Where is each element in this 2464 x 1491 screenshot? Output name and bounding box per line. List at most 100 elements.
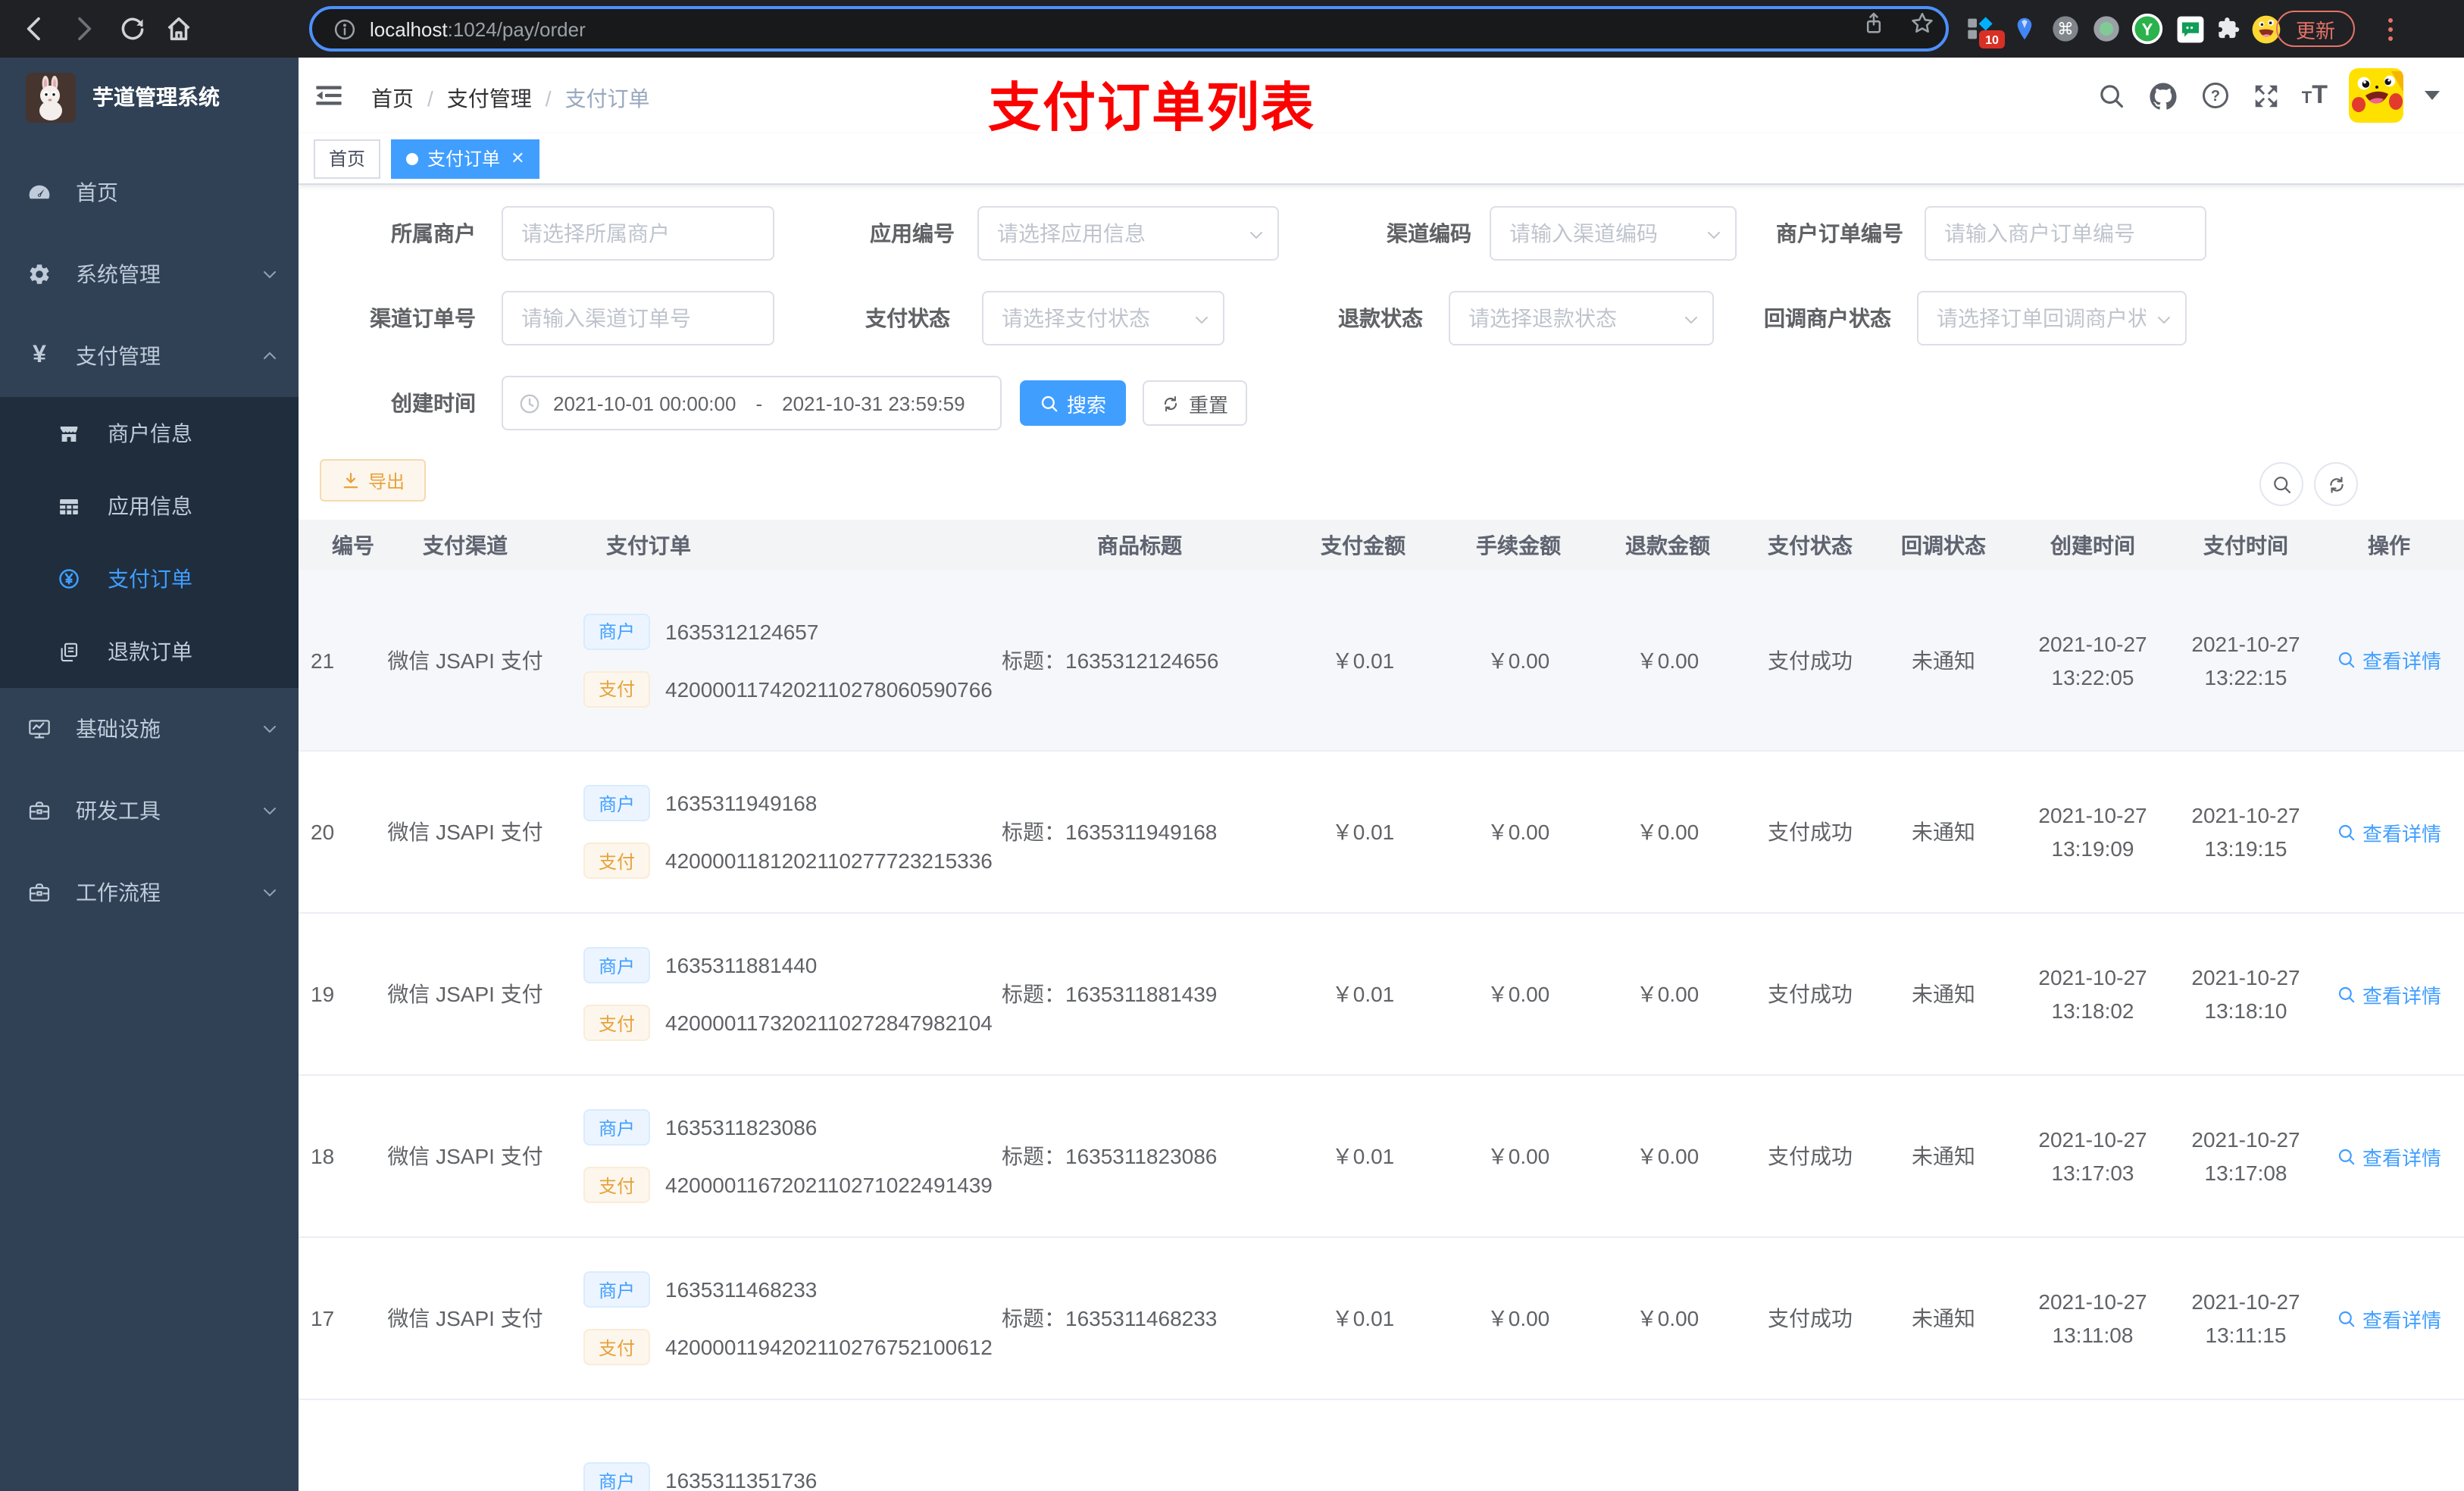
header-search-icon[interactable] <box>2097 81 2126 110</box>
date-range-picker[interactable]: 2021-10-01 00:00:00 - 2021-10-31 23:59:5… <box>502 376 1002 430</box>
table-row[interactable]: 17 微信 JSAPI 支付 商户 1635311468233 支付 4200001194… <box>299 1238 2464 1400</box>
table-row[interactable]: 商户 1635311351736 <box>299 1400 2464 1491</box>
channel-order-no-input[interactable] <box>521 306 755 330</box>
svg-text:⌘: ⌘ <box>2057 20 2074 39</box>
help-icon[interactable]: ? <box>2200 80 2231 111</box>
share-icon[interactable] <box>1861 11 1887 36</box>
filter-merchant: 所属商户 <box>299 206 774 261</box>
sidebar-toggle-icon[interactable] <box>305 73 353 118</box>
close-icon[interactable]: ✕ <box>511 148 524 168</box>
table-header: 编号 支付渠道 支付订单 商品标题 支付金额 手续金额 退款金额 支付状态 回调… <box>299 520 2464 570</box>
toggle-search-button[interactable] <box>2259 462 2303 506</box>
pay-time: 2021-10-27 13:18:10 <box>2191 965 2300 1023</box>
site-info-icon[interactable] <box>333 17 356 40</box>
pay-channel: 微信 JSAPI 支付 <box>387 1306 543 1330</box>
table-row[interactable]: 21 微信 JSAPI 支付 商户 1635312124657 支付 4200001174… <box>299 570 2464 752</box>
col-pay-time: 支付时间 <box>2203 533 2288 557</box>
filter-label: 渠道订单号 <box>370 306 476 330</box>
tags-view: 首页 支付订单 ✕ <box>299 133 2464 185</box>
notify-status: 未通知 <box>1912 820 1975 844</box>
reset-button[interactable]: 重置 <box>1143 380 1247 426</box>
tag-pay-order[interactable]: 支付订单 ✕ <box>391 139 540 178</box>
view-detail-link[interactable]: 查看详情 <box>2337 817 2441 846</box>
export-button[interactable]: 导出 <box>320 459 427 502</box>
sidebar-item-pay[interactable]: ¥ 支付管理 <box>0 315 299 397</box>
merchant-order-no-input[interactable] <box>1944 221 2187 245</box>
tag-label: 首页 <box>329 148 366 170</box>
dashboard-icon <box>27 180 52 205</box>
avatar-caret-icon[interactable] <box>2425 91 2440 100</box>
pay-order-no: 4200001174202110278060590766 <box>665 677 993 701</box>
pay-channel: 微信 JSAPI 支付 <box>387 982 543 1006</box>
breadcrumb-pay[interactable]: 支付管理 <box>447 83 532 114</box>
home-icon[interactable] <box>156 6 202 52</box>
pay-badge: 支付 <box>583 1329 650 1365</box>
extension-y-icon[interactable]: Y <box>2131 12 2164 45</box>
create-time: 2021-10-27 13:18:02 <box>2038 965 2147 1023</box>
url-bar[interactable]: localhost:1024/pay/order <box>309 6 1949 52</box>
extension-pin-icon[interactable] <box>2008 12 2041 45</box>
sidebar-item-workflow[interactable]: 工作流程 <box>0 852 299 933</box>
table-row[interactable]: 18 微信 JSAPI 支付 商户 1635311823086 支付 4200001167… <box>299 1076 2464 1238</box>
table-row[interactable]: 19 微信 JSAPI 支付 商户 1635311881440 支付 4200001173… <box>299 914 2464 1076</box>
sidebar-item-dev-tools[interactable]: 研发工具 <box>0 770 299 852</box>
fullscreen-icon[interactable] <box>2252 81 2281 110</box>
bookmark-star-icon[interactable] <box>1909 11 1935 36</box>
extension-command-icon[interactable]: ⌘ <box>2049 12 2082 45</box>
col-title: 商品标题 <box>1097 533 1182 557</box>
notify-status-select[interactable] <box>1937 306 2146 330</box>
order-id: 17 <box>311 1306 335 1330</box>
sidebar-item-refund-order[interactable]: 退款订单 <box>0 615 299 688</box>
sidebar: 芋道管理系统 首页 系统管理 ¥ 支付管理 商户信息 应用信息 支付订单 退款订… <box>0 58 299 1491</box>
date-start: 2021-10-01 00:00:00 <box>553 392 736 414</box>
github-icon[interactable] <box>2147 80 2179 111</box>
avatar[interactable] <box>2349 68 2403 123</box>
navbar-actions: ? TT <box>2097 58 2464 133</box>
app-select[interactable] <box>997 221 1238 245</box>
extension-recorder-icon[interactable] <box>2090 12 2123 45</box>
table-row[interactable]: 20 微信 JSAPI 支付 商户 1635311949168 支付 4200001181… <box>299 752 2464 914</box>
browser-menu-icon[interactable] <box>2382 12 2397 45</box>
back-icon[interactable] <box>12 6 58 52</box>
sidebar-item-label: 首页 <box>76 180 118 205</box>
pay-badge: 支付 <box>583 670 650 707</box>
reload-icon[interactable] <box>109 6 155 52</box>
svg-text:Y: Y <box>2142 20 2153 39</box>
screen: localhost:1024/pay/order 10 ⌘ Y 更新 芋道管理… <box>0 0 2464 1491</box>
refund-amount: ￥0.00 <box>1636 1144 1699 1168</box>
refresh-button[interactable] <box>2314 462 2358 506</box>
tag-home[interactable]: 首页 <box>314 139 381 178</box>
browser-update-label: 更新 <box>2296 19 2336 42</box>
search-button[interactable]: 搜索 <box>1020 380 1126 426</box>
merchant-input[interactable] <box>521 221 755 245</box>
pay-status: 支付成功 <box>1768 648 1853 672</box>
browser-update-button[interactable]: 更新 <box>2276 11 2356 47</box>
product-title: 标题：1635311881439 <box>1002 982 1218 1006</box>
view-detail-link[interactable]: 查看详情 <box>2337 645 2441 674</box>
sidebar-item-app-info[interactable]: 应用信息 <box>0 470 299 542</box>
breadcrumb-home[interactable]: 首页 <box>371 83 414 114</box>
app-logo[interactable]: 芋道管理系统 <box>0 58 299 136</box>
sidebar-item-pay-order[interactable]: 支付订单 <box>0 542 299 615</box>
product-title: 标题：1635311468233 <box>1002 1306 1218 1330</box>
table-grid-icon <box>58 495 80 517</box>
sidebar-item-infrastructure[interactable]: 基础设施 <box>0 688 299 770</box>
pay-badge: 支付 <box>583 1005 650 1041</box>
merchant-order-no: 1635311468233 <box>665 1277 818 1302</box>
pay-amount: ￥0.01 <box>1331 1306 1395 1330</box>
extension-chat-icon[interactable] <box>2173 12 2206 45</box>
extensions-puzzle-icon[interactable] <box>2211 12 2244 45</box>
reset-button-label: 重置 <box>1188 393 1228 416</box>
view-detail-link[interactable]: 查看详情 <box>2337 980 2441 1008</box>
pay-status-select[interactable] <box>1002 306 1184 330</box>
view-detail-link[interactable]: 查看详情 <box>2337 1304 2441 1333</box>
font-size-icon[interactable]: TT <box>2302 80 2328 111</box>
product-title: 标题：1635311949168 <box>1002 820 1218 844</box>
view-detail-link[interactable]: 查看详情 <box>2337 1142 2441 1171</box>
sidebar-item-merchant-info[interactable]: 商户信息 <box>0 397 299 470</box>
forward-icon[interactable] <box>61 6 106 52</box>
sidebar-item-system[interactable]: 系统管理 <box>0 233 299 315</box>
sidebar-item-home[interactable]: 首页 <box>0 152 299 233</box>
notify-status: 未通知 <box>1912 1306 1975 1330</box>
active-dot <box>406 152 419 164</box>
